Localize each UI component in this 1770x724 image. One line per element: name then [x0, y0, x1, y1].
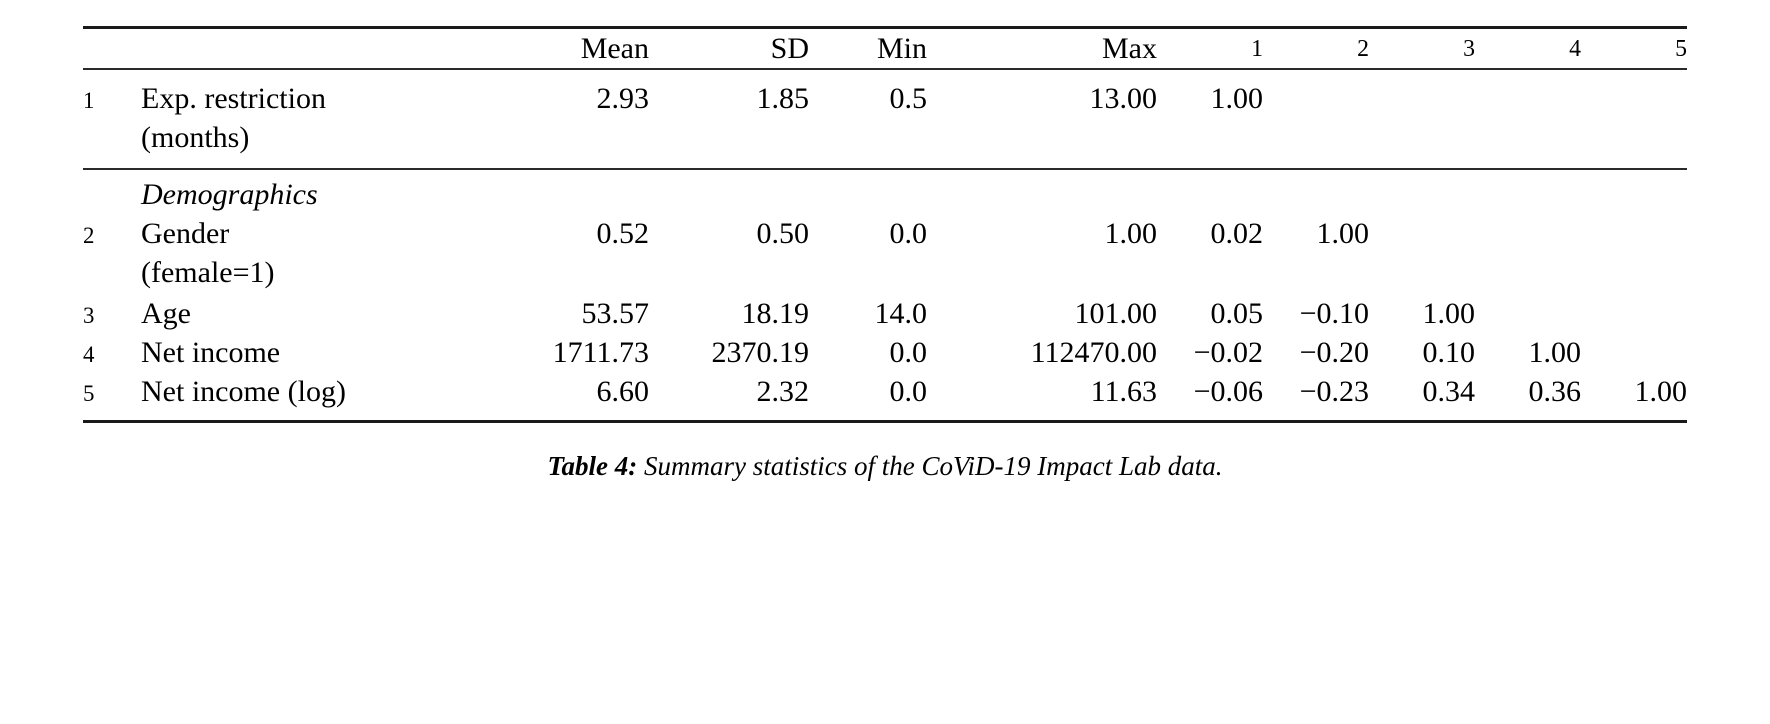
section-index-blank	[83, 178, 141, 217]
cell-corr-2: −0.10	[1299, 297, 1369, 330]
table-row: 5 Net income (log) 6.60 2.32 0.0 11.63 −…	[83, 372, 1687, 411]
table-row: 1 Exp. restriction (months) 2.93 1.85 0.…	[83, 79, 1687, 159]
row-label: Net income	[141, 336, 281, 369]
caption-label: Table 4:	[547, 451, 638, 481]
row-index: 4	[83, 336, 141, 375]
cell-corr-5	[1581, 214, 1687, 294]
row-index: 3	[83, 297, 141, 336]
cell-corr-2	[1263, 79, 1369, 159]
row-index-value: 5	[83, 380, 95, 406]
section-heading-demographics: Demographics	[141, 178, 318, 211]
header-sd: SD	[770, 32, 809, 65]
cell-corr-4	[1475, 294, 1581, 333]
table-header-row: Mean SD Min Max 1 2 3 4 5	[83, 29, 1687, 69]
cell-corr-2: −0.23	[1299, 375, 1369, 408]
spacer	[83, 411, 1687, 422]
cell-corr-3	[1369, 79, 1475, 159]
header-variable	[141, 29, 471, 69]
header-corr-5: 5	[1581, 29, 1687, 69]
row-label: Gender (female=1)	[141, 217, 275, 289]
cell-corr-3: 1.00	[1422, 297, 1476, 330]
cell-corr-5	[1581, 333, 1687, 372]
cell-corr-3: 0.34	[1422, 375, 1476, 408]
header-corr-2-value: 2	[1357, 35, 1369, 62]
cell-corr-4	[1475, 79, 1581, 159]
spacer	[83, 159, 1687, 169]
cell-corr-4	[1475, 214, 1581, 294]
cell-min: 0.0	[889, 336, 928, 369]
cell-max: 112470.00	[1030, 336, 1157, 369]
header-index	[83, 29, 141, 69]
row-label: Net income (log)	[141, 375, 346, 408]
cell-corr-2: 1.00	[1316, 217, 1370, 250]
cell-max: 101.00	[1074, 297, 1158, 330]
cell-corr-1: 1.00	[1210, 82, 1264, 115]
cell-corr-4: 1.00	[1528, 336, 1582, 369]
row-index: 5	[83, 375, 141, 414]
cell-corr-5: 1.00	[1634, 375, 1688, 408]
row-label: Age	[141, 297, 191, 330]
cell-corr-4: 0.36	[1528, 375, 1582, 408]
summary-statistics-table: Mean SD Min Max 1 2 3 4 5 1 Exp. restric…	[83, 26, 1687, 424]
cell-min: 0.5	[889, 82, 928, 115]
row-index-value: 1	[83, 87, 95, 113]
cell-sd: 2370.19	[711, 336, 810, 369]
cell-sd: 0.50	[756, 217, 810, 250]
cell-corr-1: −0.02	[1193, 336, 1263, 369]
header-corr-5-value: 5	[1675, 35, 1687, 62]
header-corr-3-value: 3	[1463, 35, 1475, 62]
cell-max: 1.00	[1104, 217, 1158, 250]
cell-sd: 1.85	[756, 82, 810, 115]
header-corr-1-value: 1	[1251, 35, 1263, 62]
cell-mean: 1711.73	[552, 336, 649, 369]
cell-max: 11.63	[1090, 375, 1157, 408]
cell-corr-1: −0.06	[1193, 375, 1263, 408]
table-row: 4 Net income 1711.73 2370.19 0.0 112470.…	[83, 333, 1687, 372]
row-index-value: 3	[83, 302, 95, 328]
row-index: 1	[83, 82, 141, 162]
header-mean: Mean	[580, 32, 649, 65]
cell-mean: 2.93	[596, 82, 650, 115]
table-row: 2 Gender (female=1) 0.52 0.50 0.0 1.00 0…	[83, 214, 1687, 294]
row-index: 2	[83, 217, 141, 297]
row-index-value: 4	[83, 341, 95, 367]
table-bottom-rule	[83, 420, 1687, 424]
caption-text: Summary statistics of the CoViD-19 Impac…	[637, 451, 1223, 481]
cell-mean: 0.52	[596, 217, 650, 250]
spacer	[83, 70, 1687, 79]
header-corr-1: 1	[1157, 29, 1263, 69]
header-min: Min	[876, 32, 927, 65]
header-corr-4-value: 4	[1569, 35, 1581, 62]
cell-min: 0.0	[889, 375, 928, 408]
cell-corr-5	[1581, 79, 1687, 159]
table-figure: Mean SD Min Max 1 2 3 4 5 1 Exp. restric…	[0, 0, 1770, 724]
cell-corr-5	[1581, 294, 1687, 333]
cell-corr-1: 0.02	[1210, 217, 1264, 250]
row-index-value: 2	[83, 222, 95, 248]
section-heading-row: Demographics	[83, 175, 1687, 214]
header-max: Max	[1102, 32, 1157, 65]
cell-max: 13.00	[1089, 82, 1158, 115]
cell-sd: 2.32	[756, 375, 810, 408]
header-corr-3: 3	[1369, 29, 1475, 69]
table-caption: Table 4: Summary statistics of the CoViD…	[135, 449, 1635, 484]
cell-corr-1: 0.05	[1210, 297, 1264, 330]
cell-sd: 18.19	[741, 297, 810, 330]
header-corr-2: 2	[1263, 29, 1369, 69]
cell-corr-2: −0.20	[1299, 336, 1369, 369]
cell-min: 0.0	[889, 217, 928, 250]
cell-corr-3	[1369, 214, 1475, 294]
cell-min: 14.0	[874, 297, 928, 330]
table-row: 3 Age 53.57 18.19 14.0 101.00 0.05 −0.10…	[83, 294, 1687, 333]
cell-mean: 6.60	[596, 375, 650, 408]
row-label: Exp. restriction (months)	[141, 82, 326, 154]
cell-corr-3: 0.10	[1422, 336, 1476, 369]
cell-mean: 53.57	[581, 297, 650, 330]
header-corr-4: 4	[1475, 29, 1581, 69]
